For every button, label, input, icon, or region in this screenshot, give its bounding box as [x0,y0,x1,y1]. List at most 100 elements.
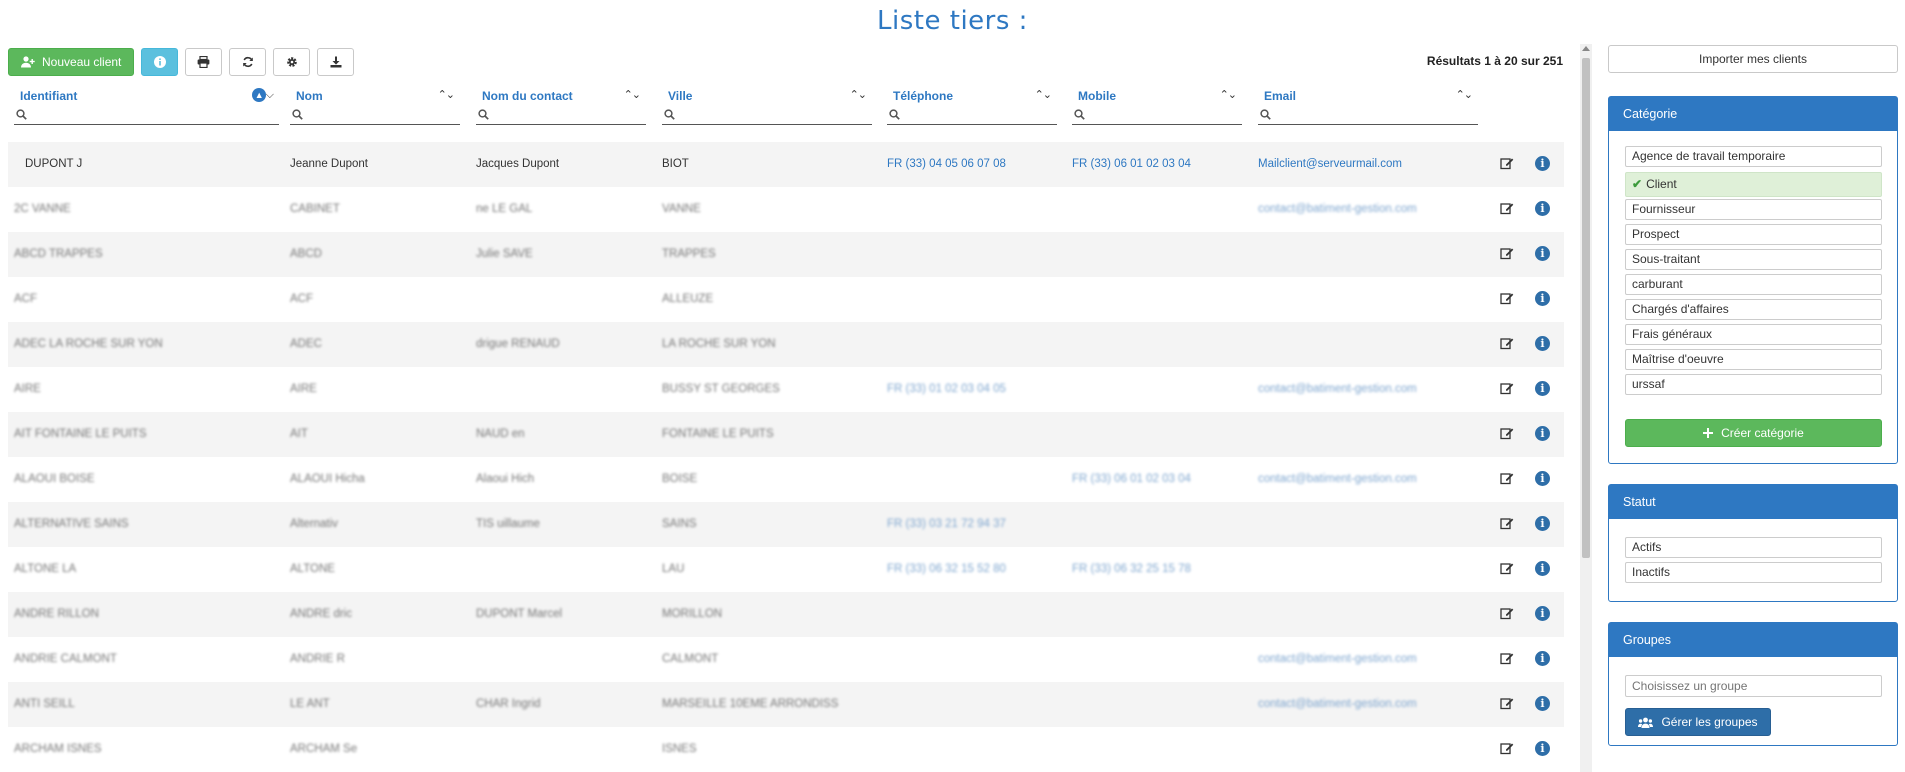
table-row[interactable]: DUPONT J Jeanne Dupont Jacques Dupont BIOT F… [8,142,1564,187]
edit-icon[interactable] [1500,156,1516,172]
table-row[interactable]: ABCD TRAPPES ABCD Julie SAVE TRAPPES i [8,232,1564,277]
category-item[interactable]: ✔ Client [1625,172,1882,197]
row-info-icon[interactable]: i [1535,246,1550,261]
row-info-icon[interactable]: i [1535,471,1550,486]
edit-icon[interactable] [1500,516,1516,532]
cell-telephone-text[interactable]: FR (33) 01 02 03 04 05 [887,383,1006,395]
cell-mobile[interactable] [1072,277,1242,322]
cell-telephone[interactable] [887,187,1057,232]
cell-email[interactable]: contact@batiment-gestion.com [1258,187,1478,232]
row-info-icon[interactable]: i [1535,291,1550,306]
edit-icon[interactable] [1500,651,1516,667]
settings-button[interactable] [273,48,311,76]
table-row[interactable]: ARCHAM ISNES ARCHAM Se ISNES i [8,727,1564,772]
sort-arrows-icon[interactable]: ⌃⌄ [624,88,641,101]
status-item-actifs[interactable]: Actifs [1625,537,1882,558]
sort-arrows-icon[interactable]: ⌃⌄ [1220,88,1237,101]
edit-icon[interactable] [1500,471,1516,487]
edit-icon[interactable] [1500,741,1516,757]
cell-mobile[interactable] [1072,412,1242,457]
edit-icon[interactable] [1500,336,1516,352]
cell-mobile[interactable] [1072,232,1242,277]
cell-email-text[interactable]: contact@batiment-gestion.com [1258,653,1417,665]
cell-mobile[interactable] [1072,727,1242,772]
status-item-inactifs[interactable]: Inactifs [1625,562,1882,583]
cell-email[interactable]: contact@batiment-gestion.com [1258,367,1478,412]
table-row[interactable]: ALTERNATIVE SAINS Alternativ TIS uillaume S… [8,502,1564,547]
column-filter-contact[interactable] [476,105,646,125]
category-item[interactable]: carburant [1625,274,1882,295]
group-select-input[interactable] [1625,675,1882,697]
cell-email-text[interactable]: Mailclient@serveurmail.com [1258,158,1402,170]
table-row[interactable]: ALAOUI BOISE ALAOUI Hicha Alaoui Hich BOISE… [8,457,1564,502]
scroll-up-arrow[interactable] [1582,46,1590,51]
print-button[interactable] [185,48,223,76]
column-filter-nom[interactable] [290,105,460,125]
category-item[interactable]: urssaf [1625,374,1882,395]
column-label[interactable]: Nom [296,89,323,103]
cell-email[interactable] [1258,232,1478,277]
cell-email-text[interactable]: contact@batiment-gestion.com [1258,383,1417,395]
cell-telephone[interactable] [887,727,1057,772]
manage-groups-button[interactable]: Gérer les groupes [1625,708,1771,736]
sort-arrows-icon[interactable]: ⌃⌄ [1456,88,1473,101]
cell-mobile[interactable]: FR (33) 06 01 02 03 04 [1072,457,1242,502]
column-header-nom[interactable]: Nom ⌃⌄ [290,84,460,128]
cell-telephone-text[interactable]: FR (33) 03 21 72 94 37 [887,518,1006,530]
cell-email[interactable]: Mailclient@serveurmail.com [1258,142,1478,187]
column-header-contact[interactable]: Nom du contact ⌃⌄ [476,84,646,128]
edit-icon[interactable] [1500,426,1516,442]
cell-mobile[interactable] [1072,637,1242,682]
cell-telephone[interactable]: FR (33) 06 32 15 52 80 [887,547,1057,592]
column-label[interactable]: Téléphone [893,89,953,103]
create-category-button[interactable]: Créer catégorie [1625,419,1882,447]
cell-email[interactable] [1258,322,1478,367]
column-filter-identifiant[interactable] [14,105,279,125]
cell-mobile[interactable] [1072,367,1242,412]
info-button[interactable] [141,48,179,76]
cell-mobile-text[interactable]: FR (33) 06 01 02 03 04 [1072,158,1191,170]
sort-arrows-icon[interactable]: ⌃⌄ [438,88,455,101]
column-filter-ville[interactable] [662,105,872,125]
edit-icon[interactable] [1500,561,1516,577]
sort-arrows-icon[interactable]: ⌃⌄ [1035,88,1052,101]
column-filter-telephone[interactable] [887,105,1057,125]
row-info-icon[interactable]: i [1535,651,1550,666]
cell-mobile-text[interactable]: FR (33) 06 32 25 15 78 [1072,563,1191,575]
cell-email[interactable] [1258,547,1478,592]
column-label[interactable]: Ville [668,89,692,103]
cell-email-text[interactable]: contact@batiment-gestion.com [1258,473,1417,485]
row-info-icon[interactable]: i [1535,381,1550,396]
table-row[interactable]: ADEC LA ROCHE SUR YON ADEC drigue RENAUD L… [8,322,1564,367]
column-header-identifiant[interactable]: Identifiant ▲ ⌵ [14,84,279,128]
table-row[interactable]: ALTONE LA ALTONE LAU FR (33) 06 32 15 52 80… [8,547,1564,592]
cell-telephone[interactable] [887,322,1057,367]
cell-telephone[interactable] [887,232,1057,277]
column-filter-mobile[interactable] [1072,105,1242,125]
cell-email[interactable]: contact@batiment-gestion.com [1258,457,1478,502]
cell-mobile[interactable] [1072,592,1242,637]
table-row[interactable]: AIRE AIRE BUSSY ST GEORGES FR (33) 01 02 03… [8,367,1564,412]
column-header-ville[interactable]: Ville ⌃⌄ [662,84,872,128]
edit-icon[interactable] [1500,606,1516,622]
new-client-button[interactable]: Nouveau client [8,48,135,76]
row-info-icon[interactable]: i [1535,696,1550,711]
cell-telephone-text[interactable]: FR (33) 04 05 06 07 08 [887,158,1006,170]
table-row[interactable]: ANTI SEILL LE ANT CHAR Ingrid MARSEILLE 10E… [8,682,1564,727]
cell-email[interactable] [1258,277,1478,322]
table-row[interactable]: AIT FONTAINE LE PUITS AIT NAUD en FONTAINE… [8,412,1564,457]
cell-telephone[interactable]: FR (33) 01 02 03 04 05 [887,367,1057,412]
category-item[interactable]: Prospect [1625,224,1882,245]
row-info-icon[interactable]: i [1535,561,1550,576]
cell-mobile[interactable] [1072,187,1242,232]
edit-icon[interactable] [1500,291,1516,307]
category-item[interactable]: Frais généraux [1625,324,1882,345]
import-clients-button[interactable]: Importer mes clients [1608,45,1898,73]
cell-email-text[interactable]: contact@batiment-gestion.com [1258,698,1417,710]
cell-telephone-text[interactable]: FR (33) 06 32 15 52 80 [887,563,1006,575]
cell-email[interactable] [1258,502,1478,547]
cell-telephone[interactable] [887,592,1057,637]
table-scrollbar[interactable] [1580,44,1592,772]
edit-icon[interactable] [1500,381,1516,397]
export-button[interactable] [317,48,355,76]
